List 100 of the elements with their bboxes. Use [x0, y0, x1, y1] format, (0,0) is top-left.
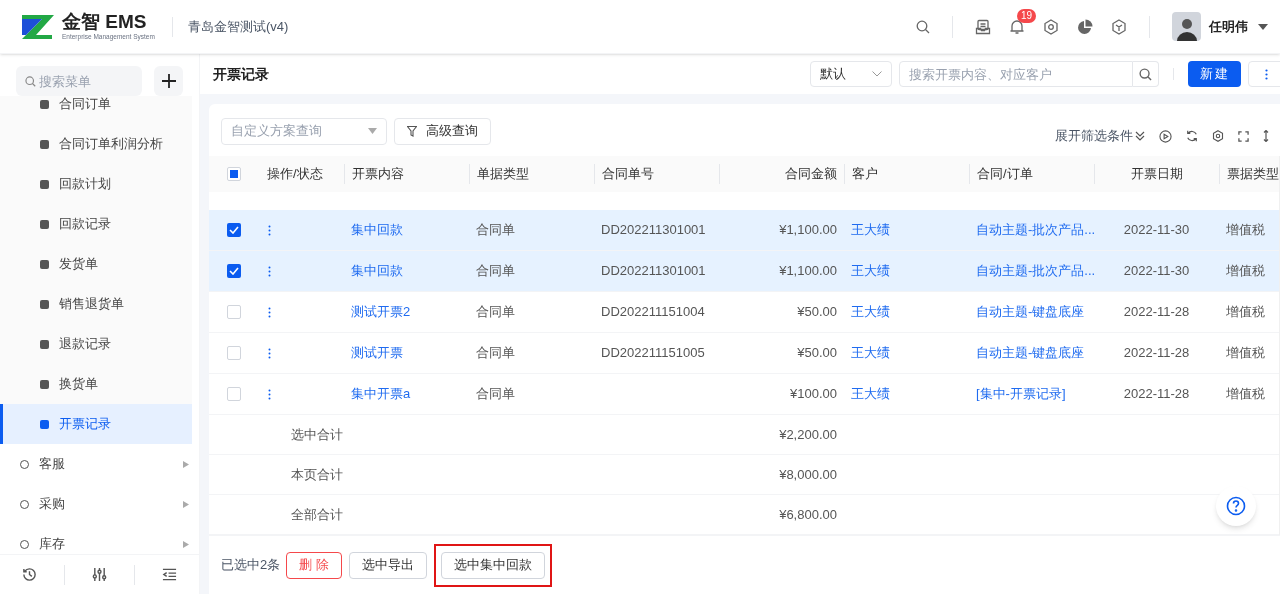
menu-item-icon [40, 379, 49, 389]
table-link[interactable]: 王大绩 [851, 304, 890, 320]
table-cell: 合同单 [476, 222, 515, 238]
user-name[interactable]: 任明伟 [1209, 16, 1248, 37]
total-label: 选中合计 [291, 426, 343, 442]
checkbox[interactable] [227, 223, 241, 237]
checkbox[interactable] [227, 167, 241, 181]
table-link[interactable]: 自动主题-键盘底座 [976, 304, 1085, 320]
column-header: 合同单号 [602, 165, 654, 184]
menu-item-icon [40, 99, 49, 109]
action-button[interactable]: 选中导出 [348, 551, 427, 579]
sidebar-item[interactable]: 换货单 [0, 364, 192, 404]
expand-filters-button[interactable]: 展开筛选条件 [1055, 126, 1145, 146]
table-link[interactable]: 集中开票a [351, 386, 411, 402]
filter-icon [407, 125, 417, 137]
table-cell: DD202211301001 [601, 263, 706, 279]
sidebar-item[interactable]: 合同订单利润分析 [0, 124, 192, 164]
table-link[interactable]: 自动主题-批次产品... [976, 263, 1094, 279]
row-height-icon[interactable] [1263, 130, 1269, 142]
caret-icon[interactable] [1258, 23, 1268, 30]
advanced-query-button[interactable]: 高级查询 [394, 117, 491, 145]
cube-icon[interactable] [1111, 18, 1127, 35]
column-header: 合同/订单 [977, 165, 1033, 184]
bell-icon[interactable] [1009, 18, 1025, 35]
table-cell: 2022-11-30 [1123, 263, 1190, 279]
table-cell: 合同单 [476, 386, 515, 402]
table-cell: ¥50.00 [797, 304, 837, 320]
checkbox[interactable] [227, 387, 241, 401]
view-select[interactable]: 默认 [810, 61, 892, 87]
more-icon[interactable] [268, 388, 271, 400]
total-label: 本页合计 [291, 466, 343, 482]
fullscreen-icon[interactable] [1238, 130, 1249, 142]
inbox-icon[interactable] [975, 18, 991, 35]
column-header: 操作/状态 [267, 165, 323, 184]
table-cell: 合同单 [476, 345, 515, 361]
refresh-icon[interactable] [1186, 130, 1198, 142]
action-button[interactable]: 选中集中回款 [440, 551, 545, 579]
action-button[interactable]: 删 除 [286, 551, 342, 579]
search-icon[interactable] [916, 19, 930, 34]
sliders-icon[interactable] [91, 567, 107, 582]
search-icon[interactable] [1139, 67, 1152, 81]
table-link[interactable]: 集中回款 [351, 263, 403, 279]
pie-chart-icon[interactable] [1077, 18, 1093, 35]
search-field[interactable]: 搜索开票内容、对应客户 [899, 61, 1133, 87]
sidebar-group[interactable]: 库存 [0, 524, 199, 554]
table-link[interactable]: 王大绩 [851, 222, 890, 238]
settings-icon[interactable] [1212, 130, 1224, 142]
double-chevron-icon [1135, 131, 1145, 141]
sidebar-item[interactable]: 销售退货单 [0, 284, 192, 324]
sidebar-item[interactable]: 回款计划 [0, 164, 192, 204]
avatar[interactable] [1172, 12, 1201, 41]
table-link[interactable]: 集中回款 [351, 222, 403, 238]
table-cell: 2022-11-28 [1123, 304, 1190, 320]
company-name: 青岛金智测试(v4) [188, 17, 289, 36]
add-button[interactable] [154, 66, 183, 96]
table-cell: ¥50.00 [797, 345, 837, 361]
column-header: 单据类型 [477, 165, 529, 184]
table-link[interactable]: [集中-开票记录] [976, 386, 1066, 402]
table-link[interactable]: 自动主题-批次产品... [976, 222, 1094, 238]
menu-search-field[interactable]: 搜索菜单 [16, 66, 142, 96]
table-cell: 合同单 [476, 304, 515, 320]
page-title: 开票记录 [213, 64, 269, 84]
collapse-menu-icon[interactable] [162, 568, 178, 581]
sidebar-item[interactable]: 发货单 [0, 244, 192, 284]
settings-icon[interactable] [1043, 18, 1059, 35]
table-link[interactable]: 王大绩 [851, 386, 890, 402]
sidebar-group[interactable]: 采购 [0, 484, 199, 524]
checkbox[interactable] [227, 264, 241, 278]
table-link[interactable]: 王大绩 [851, 345, 890, 361]
table-link[interactable]: 测试开票2 [351, 304, 411, 320]
sidebar-item[interactable]: 回款记录 [0, 204, 192, 244]
checkbox[interactable] [227, 305, 241, 319]
menu-item-icon [40, 299, 49, 309]
table-cell: ¥1,100.00 [779, 263, 837, 279]
table-link[interactable]: 王大绩 [851, 263, 890, 279]
more-icon[interactable] [268, 265, 271, 277]
sidebar-group[interactable]: 客服 [0, 444, 199, 484]
checkbox[interactable] [227, 346, 241, 360]
play-icon[interactable] [1159, 129, 1172, 143]
search-button[interactable] [1133, 61, 1159, 87]
menu-item-icon [40, 419, 49, 429]
more-icon[interactable] [268, 347, 271, 359]
table-cell: DD202211301001 [601, 222, 706, 238]
column-header: 开票内容 [352, 165, 404, 184]
new-button[interactable]: 新建 [1188, 61, 1241, 87]
more-icon[interactable] [268, 224, 271, 236]
sidebar-item[interactable]: 合同订单 [0, 96, 192, 124]
table-cell: DD202211151004 [601, 304, 705, 320]
sidebar-item[interactable]: 退款记录 [0, 324, 192, 364]
history-icon[interactable] [21, 567, 37, 582]
table-cell: 2022-11-28 [1123, 345, 1190, 361]
table-link[interactable]: 自动主题-键盘底座 [976, 345, 1085, 361]
total-amount: ¥8,000.00 [779, 466, 837, 482]
table-link[interactable]: 测试开票 [351, 345, 403, 361]
total-amount: ¥6,800.00 [779, 506, 837, 522]
menu-item-icon [40, 179, 49, 189]
more-icon[interactable] [268, 306, 271, 318]
logo-text: 金智 EMS [62, 12, 148, 32]
sidebar-item[interactable]: 开票记录 [0, 404, 192, 444]
column-header: 客户 [852, 165, 878, 184]
